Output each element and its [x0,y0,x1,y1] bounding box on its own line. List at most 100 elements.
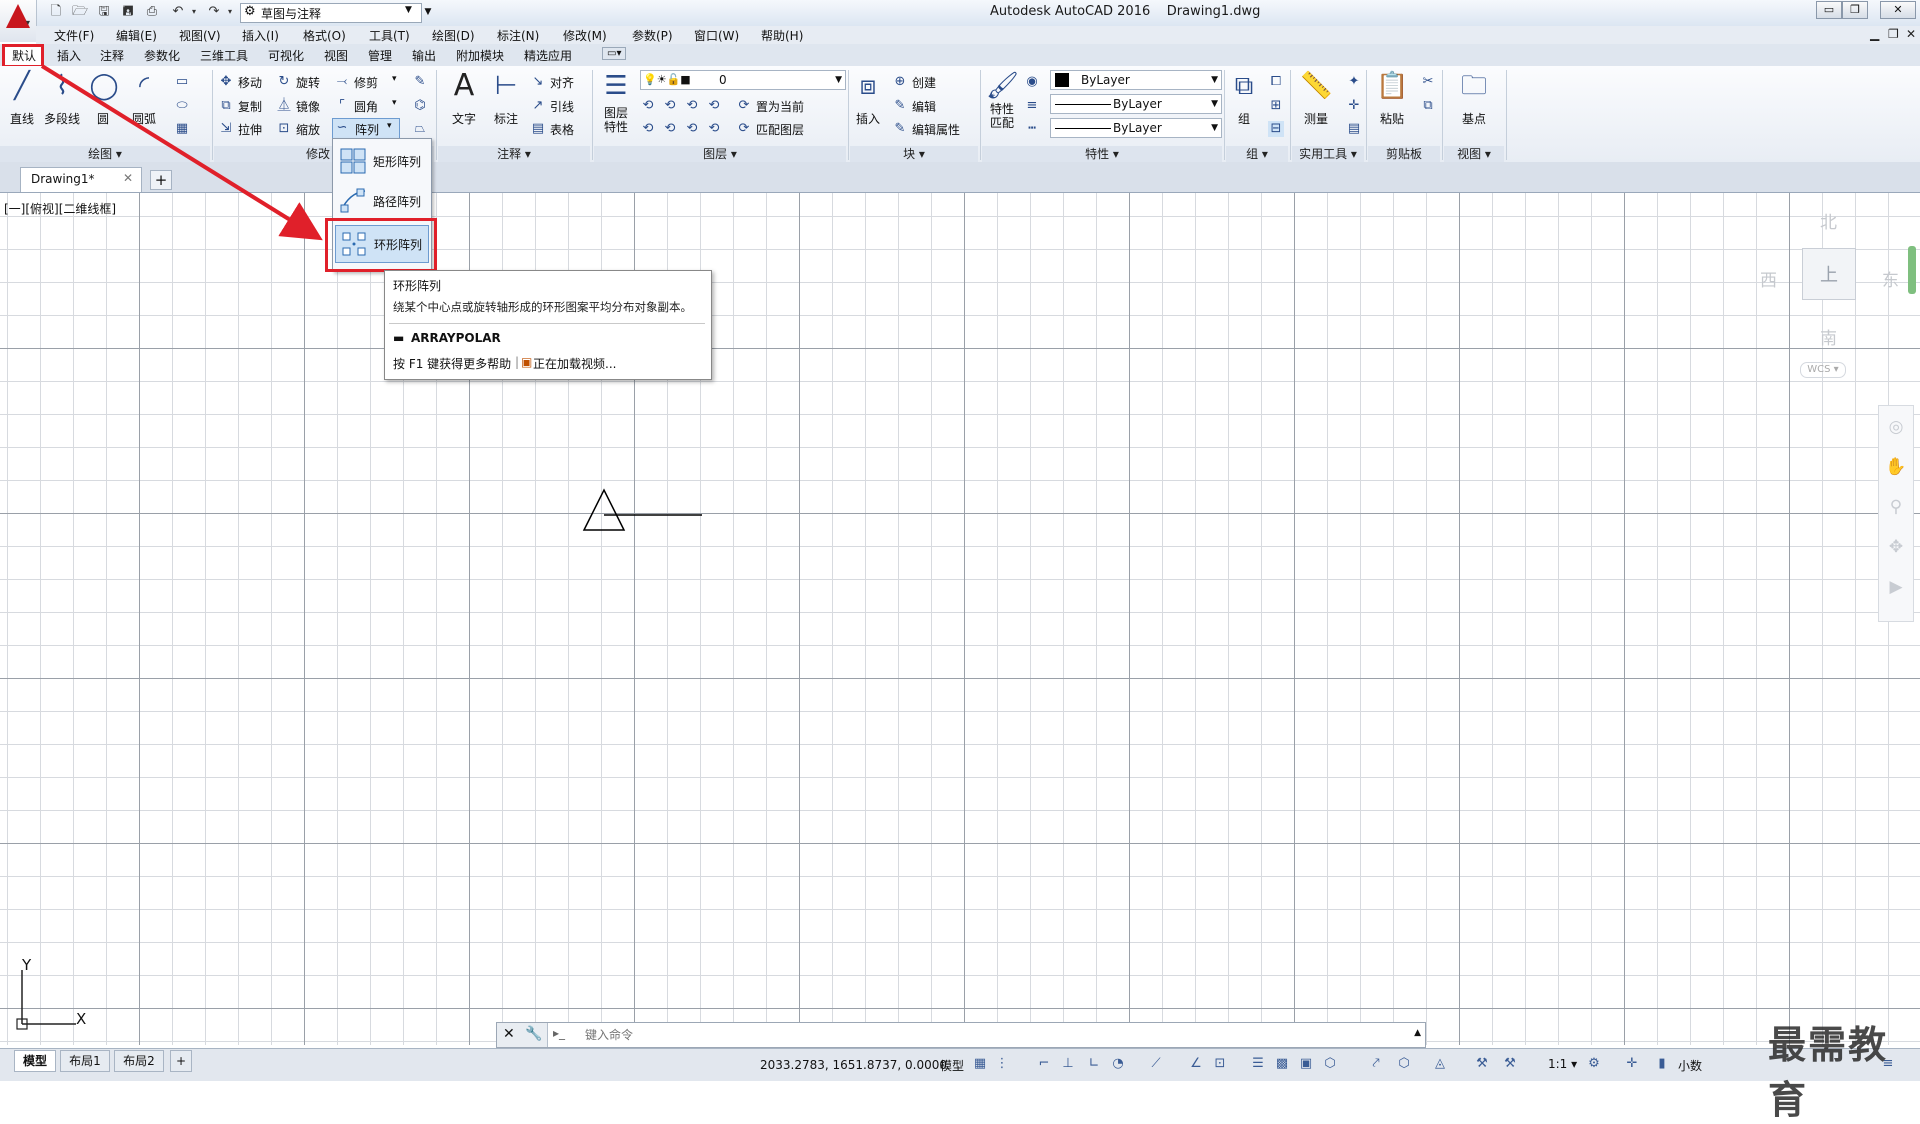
polar-tracking-icon[interactable]: ◔ [1110,1056,1126,1072]
stretch-button[interactable]: 拉伸 [238,121,262,138]
panel-title-annotation[interactable]: 注释 ▾ [438,146,590,162]
color-select[interactable]: ByLayer ▼ [1050,70,1222,90]
compass-north[interactable]: 北 [1820,208,1837,233]
polyline-icon[interactable]: ⌇ [46,70,78,102]
new-file-icon[interactable]: 🗋 [48,4,64,20]
match-properties-icon[interactable]: 🖌 [986,70,1019,102]
menu-format[interactable]: 格式(O) [303,27,346,44]
quick-select-icon[interactable]: ✦ [1346,74,1362,90]
showmotion-icon[interactable]: ▶ [1885,576,1907,598]
doc-restore-button[interactable]: ❐ [1888,27,1899,41]
print-icon[interactable]: ⎙ [144,4,160,20]
viewcube-face-top[interactable]: 上 [1802,248,1856,300]
zoom-icon[interactable]: ⚲ [1885,496,1907,518]
base-view-icon[interactable]: 🗀 [1458,70,1490,102]
chevron-down-icon[interactable]: ▾ [387,121,392,131]
close-icon[interactable]: ✕ [503,1026,515,1042]
steering-wheel-icon[interactable]: ◎ [1885,416,1907,438]
measure-icon[interactable]: 📏 [1300,70,1332,102]
compass-south[interactable]: 南 [1820,324,1837,349]
layer-tool-icon[interactable]: ⟲ [706,98,722,114]
redo-dropdown-icon[interactable]: ▾ [222,4,238,20]
menu-view[interactable]: 视图(V) [179,27,221,44]
menu-edit[interactable]: 编辑(E) [116,27,157,44]
table-button[interactable]: 表格 [550,121,574,138]
panel-title-layers[interactable]: 图层 ▾ [594,146,846,162]
wcs-menu[interactable]: WCS ▾ [1800,362,1846,378]
object-snap-tracking-icon[interactable]: ∠ [1188,1056,1204,1072]
plus-icon[interactable]: ✛ [1624,1056,1640,1072]
dimension-icon[interactable]: ⊢ [490,70,522,102]
move-button[interactable]: 移动 [238,74,262,91]
chevron-down-icon[interactable]: ▾ [392,98,397,108]
lineweight-select[interactable]: ByLayer ▼ [1050,118,1222,138]
tab-layout2[interactable]: 布局2 [114,1050,164,1072]
erase-icon[interactable]: ✎ [412,74,428,90]
chevron-down-icon[interactable]: ▾ [392,74,397,84]
annotation-scale[interactable]: 1:1 ▾ [1548,1057,1577,1071]
undo-dropdown-icon[interactable]: ▾ [186,4,202,20]
tab-featured-apps[interactable]: 精选应用 [524,47,572,64]
menu-tools[interactable]: 工具(T) [369,27,410,44]
panel-title-properties[interactable]: 特性 ▾ [982,146,1222,162]
wrench-icon[interactable]: 🔧 [525,1026,542,1042]
insert-block-icon[interactable]: ⧈ [852,70,884,102]
tab-insert[interactable]: 插入 [57,47,81,64]
ungroup-icon[interactable]: ⧠ [1268,74,1284,90]
ortho-icon[interactable]: ∟ [1086,1056,1102,1072]
close-button[interactable]: ✕ [1880,1,1916,19]
base-view-label[interactable]: 基点 [1462,110,1486,127]
coordinates-readout[interactable]: 2033.2783, 1651.8737, 0.0000 [760,1058,947,1072]
scale-button[interactable]: 缩放 [296,121,320,138]
quick-properties-icon[interactable]: ▮ [1654,1056,1670,1072]
selection-cycling-icon[interactable]: ▣ [1298,1056,1314,1072]
layer-tool-icon[interactable]: ⟲ [640,98,656,114]
tab-model[interactable]: 模型 [14,1050,56,1072]
group-button-label[interactable]: 组 [1238,110,1250,127]
circle-icon[interactable]: ◯ [88,70,120,102]
compass-east[interactable]: 东 [1882,266,1899,291]
line-button-label[interactable]: 直线 [10,110,34,127]
panel-title-groups[interactable]: 组 ▾ [1226,146,1288,162]
menu-parametric[interactable]: 参数(P) [632,27,673,44]
selection-filter-icon[interactable]: ⬡ [1396,1056,1412,1072]
orbit-icon[interactable]: ✥ [1885,536,1907,558]
transparency-icon[interactable]: ▩ [1274,1056,1290,1072]
menu-draw[interactable]: 绘图(D) [432,27,475,44]
match-layer-button[interactable]: 匹配图层 [756,121,804,138]
panel-title-view[interactable]: 视图 ▾ [1444,146,1504,162]
object-snap-icon[interactable]: ⊡ [1212,1056,1228,1072]
lineweight-toggle-icon[interactable]: ☰ [1250,1056,1266,1072]
text-icon[interactable]: A [448,70,480,102]
group-selection-icon[interactable]: ⊟ [1268,121,1284,137]
panel-title-block[interactable]: 块 ▾ [850,146,978,162]
triangle-shape[interactable] [582,488,626,531]
drawing-canvas[interactable] [0,193,1920,1045]
align-button[interactable]: 对齐 [550,74,574,91]
menu-item-path-array[interactable]: 路径阵列 [335,183,427,219]
units-select[interactable]: 小数 [1678,1057,1702,1074]
redo-icon[interactable]: ↷ [206,4,222,20]
menu-window[interactable]: 窗口(W) [694,27,739,44]
text-button-label[interactable]: 文字 [452,110,476,127]
create-block-button[interactable]: 创建 [912,74,936,91]
set-current-button[interactable]: 置为当前 [756,98,804,115]
edit-attributes-button[interactable]: 编辑属性 [912,121,960,138]
menu-help[interactable]: 帮助(H) [761,27,803,44]
layer-tool-icon[interactable]: ⟲ [706,121,722,137]
insert-block-label[interactable]: 插入 [856,110,880,127]
minimize-button[interactable]: ▭ [1816,1,1842,19]
snap-icon[interactable]: ⋮ [994,1056,1010,1072]
linetype-icon[interactable]: ┅ [1024,121,1040,137]
menu-file[interactable]: 文件(F) [54,27,94,44]
tab-visualize[interactable]: 可视化 [268,47,304,64]
save-as-icon[interactable]: 🖪 [120,4,136,20]
pan-icon[interactable]: ✋ [1885,456,1907,478]
menu-item-rectangular-array[interactable]: 矩形阵列 [335,143,427,179]
match-properties-label[interactable]: 特性 匹配 [990,102,1014,130]
arc-button-label[interactable]: 圆弧 [132,110,156,127]
menu-insert[interactable]: 插入(I) [242,27,279,44]
array-button[interactable]: ∽ 阵列 ▾ [332,118,400,140]
tab-3d-tools[interactable]: 三维工具 [200,47,248,64]
restore-button[interactable]: ❐ [1842,1,1868,19]
